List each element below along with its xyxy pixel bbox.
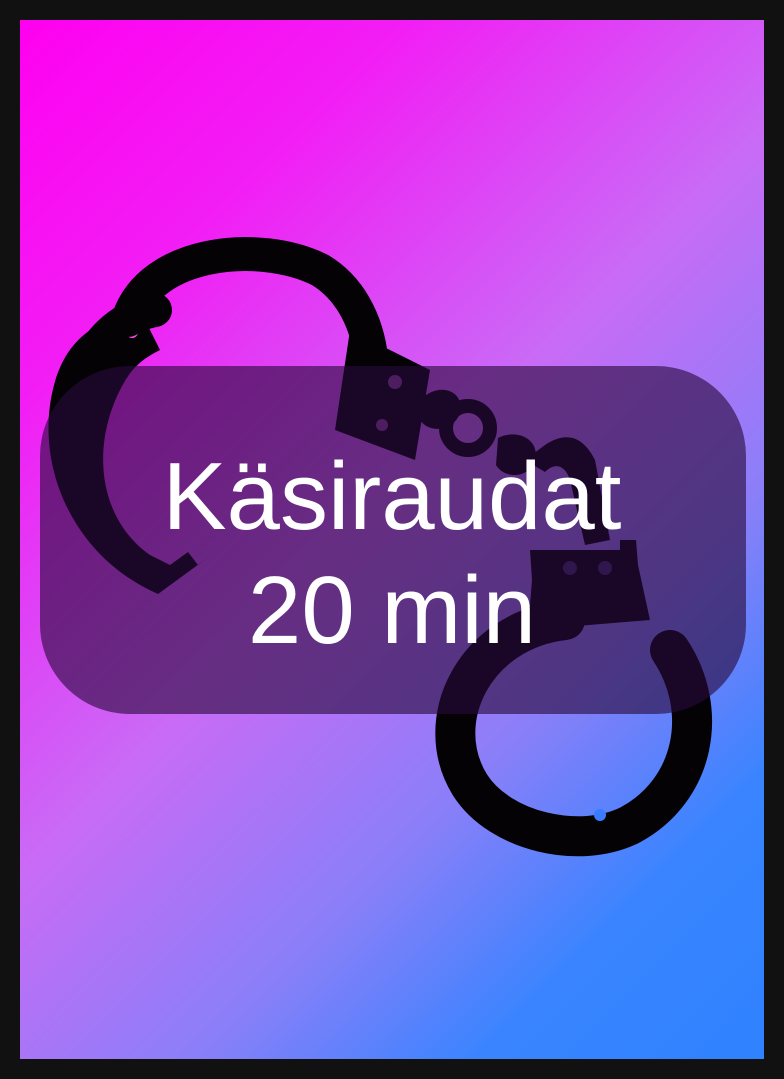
activity-duration: 20 min bbox=[247, 557, 537, 664]
activity-card: Käsiraudat 20 min bbox=[0, 0, 784, 1079]
activity-label: Käsiraudat 20 min bbox=[20, 440, 764, 668]
activity-title: Käsiraudat bbox=[162, 443, 622, 550]
